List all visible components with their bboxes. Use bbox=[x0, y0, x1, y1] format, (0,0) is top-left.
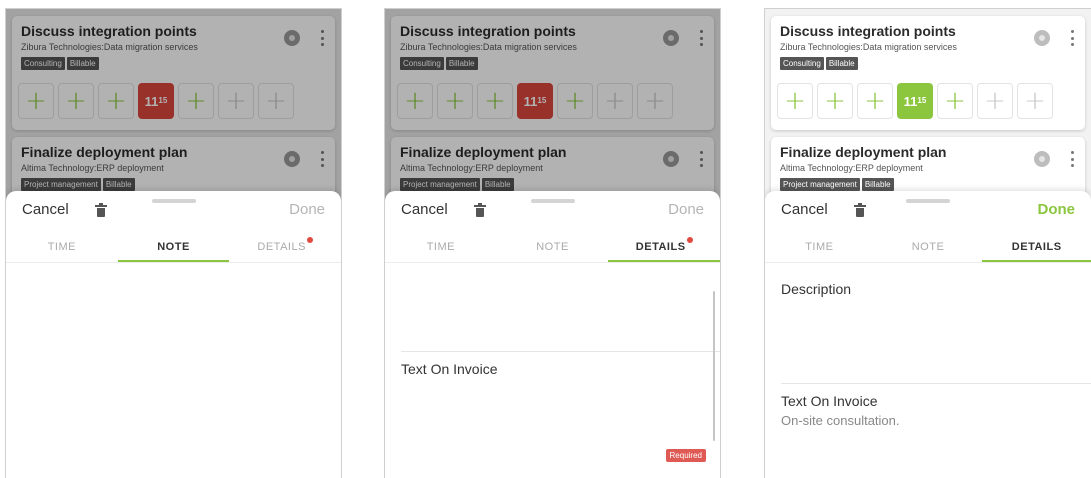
sheet-tabs: TIME NOTE DETAILS bbox=[6, 237, 341, 263]
alert-dot-icon bbox=[306, 237, 313, 243]
tab-details[interactable]: DETAILS bbox=[982, 237, 1091, 262]
tab-label: DETAILS bbox=[257, 241, 306, 253]
tab-time[interactable]: TIME bbox=[765, 237, 874, 262]
task-card-discuss-integration[interactable]: Discuss integration points Zibura Techno… bbox=[771, 16, 1085, 130]
tab-time[interactable]: TIME bbox=[385, 237, 497, 262]
trash-icon[interactable] bbox=[854, 203, 866, 218]
tab-label: NOTE bbox=[157, 241, 190, 253]
tag-project-management: Project management bbox=[780, 178, 860, 191]
more-options-icon[interactable] bbox=[1065, 149, 1079, 169]
screen-note-tab: Discuss integration points Zibura Techno… bbox=[5, 8, 342, 478]
tab-note[interactable]: NOTE bbox=[117, 237, 230, 262]
avatar-icon[interactable] bbox=[1034, 30, 1050, 46]
tab-label: TIME bbox=[805, 241, 834, 253]
tab-label: DETAILS bbox=[635, 241, 686, 253]
task-subtitle: Altima Technology:ERP deployment bbox=[780, 163, 923, 173]
tab-details[interactable]: DETAILS bbox=[229, 237, 341, 262]
tab-label: TIME bbox=[426, 241, 455, 253]
field-divider bbox=[781, 383, 1091, 384]
tag-billable: Billable bbox=[825, 57, 858, 70]
description-label[interactable]: Description bbox=[781, 281, 851, 297]
screen-details-filled: Discuss integration points Zibura Techno… bbox=[764, 8, 1091, 478]
sheet-grabber[interactable] bbox=[151, 199, 196, 203]
more-options-icon[interactable] bbox=[1065, 28, 1079, 48]
cancel-button[interactable]: Cancel bbox=[781, 201, 828, 218]
sheet-grabber[interactable] bbox=[906, 199, 950, 203]
done-button[interactable]: Done bbox=[668, 201, 704, 218]
time-hours: 11 bbox=[903, 93, 918, 109]
tab-time[interactable]: TIME bbox=[6, 237, 118, 262]
text-on-invoice-value[interactable]: On-site consultation. bbox=[781, 413, 900, 428]
tab-label: TIME bbox=[47, 241, 76, 253]
edit-entry-sheet: Cancel Done TIME NOTE DETAILS Text On In… bbox=[385, 191, 720, 478]
sheet-tabs: TIME NOTE DETAILS bbox=[765, 237, 1091, 263]
tab-label: NOTE bbox=[911, 241, 945, 253]
trash-icon[interactable] bbox=[474, 203, 486, 218]
task-subtitle: Zibura Technologies:Data migration servi… bbox=[780, 42, 957, 52]
done-button[interactable]: Done bbox=[289, 201, 325, 218]
add-time-button[interactable]: + bbox=[857, 83, 893, 119]
sheet-grabber[interactable] bbox=[530, 199, 575, 203]
avatar-icon[interactable] bbox=[1034, 151, 1050, 167]
time-minutes: 15 bbox=[917, 96, 927, 105]
cancel-button[interactable]: Cancel bbox=[22, 201, 69, 218]
tab-note[interactable]: NOTE bbox=[874, 237, 983, 262]
field-divider bbox=[401, 351, 720, 352]
text-on-invoice-label[interactable]: Text On Invoice bbox=[781, 393, 878, 409]
done-button[interactable]: Done bbox=[1038, 201, 1076, 218]
task-title: Finalize deployment plan bbox=[780, 144, 947, 160]
alert-dot-icon bbox=[686, 237, 693, 243]
edit-entry-sheet: Cancel Done TIME NOTE DETAILS Descriptio… bbox=[765, 191, 1091, 478]
task-title: Discuss integration points bbox=[780, 23, 956, 39]
add-time-button[interactable]: + bbox=[777, 83, 813, 119]
tag-billable: Billable bbox=[861, 178, 894, 191]
scrollbar[interactable] bbox=[713, 291, 715, 441]
screen-details-required: Discuss integration points Zibura Techno… bbox=[384, 8, 721, 478]
tag-consulting: Consulting bbox=[780, 57, 824, 70]
add-time-button[interactable]: + bbox=[817, 83, 853, 119]
timesheet-list: Discuss integration points Zibura Techno… bbox=[765, 9, 1091, 227]
add-time-button[interactable]: + bbox=[977, 83, 1013, 119]
tab-note[interactable]: NOTE bbox=[497, 237, 609, 262]
sheet-tabs: TIME NOTE DETAILS bbox=[385, 237, 720, 263]
time-entry-cell[interactable]: 11 15 bbox=[897, 83, 933, 119]
day-cells-row: + + + 11 15 + + + bbox=[777, 83, 1079, 119]
edit-entry-sheet: Cancel Done TIME NOTE DETAILS bbox=[6, 191, 341, 478]
text-on-invoice-label[interactable]: Text On Invoice bbox=[401, 361, 498, 377]
cancel-button[interactable]: Cancel bbox=[401, 201, 448, 218]
add-time-button[interactable]: + bbox=[937, 83, 973, 119]
trash-icon[interactable] bbox=[95, 203, 107, 218]
tab-details[interactable]: DETAILS bbox=[608, 237, 720, 262]
tab-label: NOTE bbox=[536, 241, 569, 253]
tab-label: DETAILS bbox=[1011, 241, 1062, 253]
required-badge: Required bbox=[665, 449, 706, 462]
add-time-button[interactable]: + bbox=[1017, 83, 1053, 119]
